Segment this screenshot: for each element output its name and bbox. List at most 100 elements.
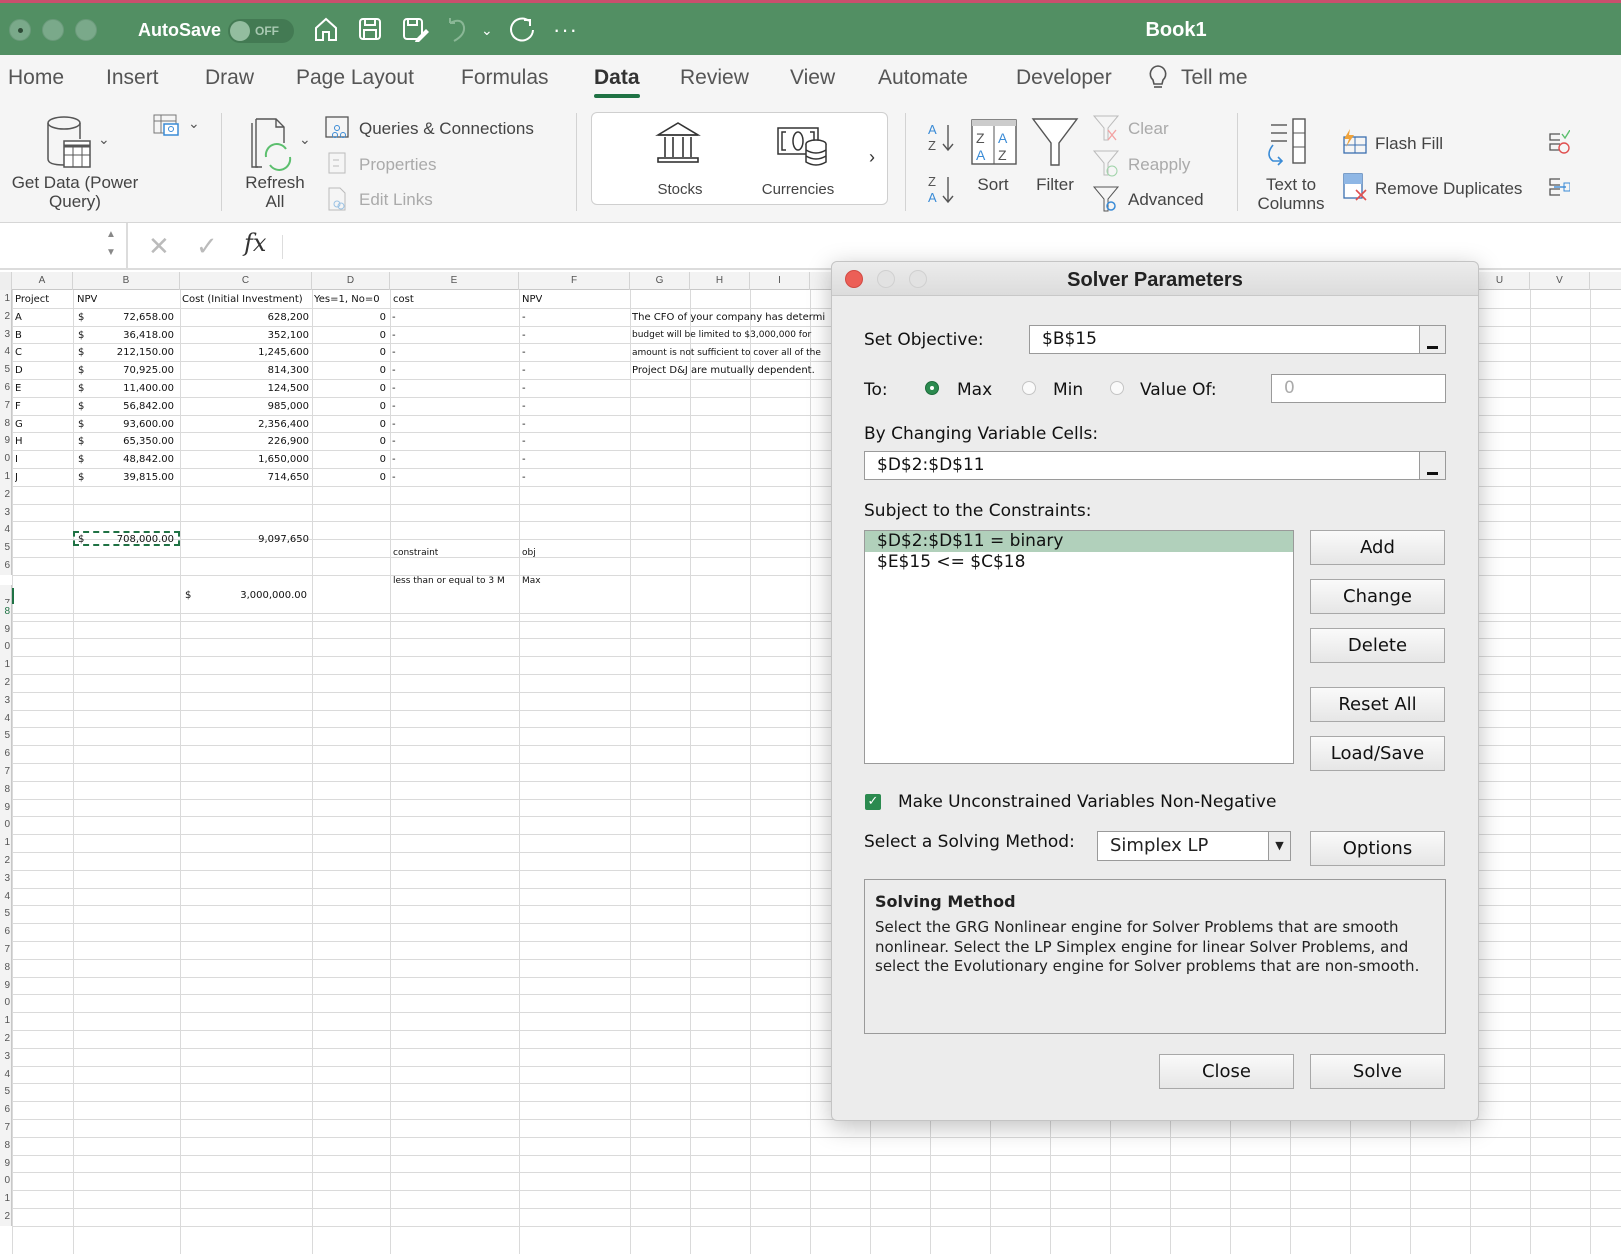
undo-dropdown-icon[interactable]: ⌄ [481,15,493,45]
cell-npv-currency[interactable]: $ [78,398,84,415]
home-icon[interactable] [312,15,340,51]
cell-cost[interactable]: 2,356,400 [182,416,309,433]
row-header[interactable]: 8 [0,602,12,621]
cell-cost-calc[interactable]: - [392,451,396,468]
tab-review[interactable]: Review [680,66,749,90]
row-header[interactable]: 7 [0,1119,12,1137]
chevron-down-icon[interactable]: ⌄ [299,131,311,148]
row-header[interactable]: 3 [0,691,12,710]
reset-all-button[interactable]: Reset All [1310,687,1445,722]
row-header[interactable]: 4 [0,521,12,540]
column-header-v[interactable]: V [1530,272,1590,290]
row-header[interactable]: 9 [0,798,12,817]
row-header[interactable]: 1 [0,290,12,308]
name-box-up-arrow-icon[interactable]: ▲ [106,229,116,240]
currencies-icon[interactable] [776,124,830,173]
row-header[interactable]: 9 [0,620,12,639]
row-header[interactable]: 0 [0,1172,12,1191]
cell-npv-calc[interactable]: - [522,344,526,361]
sort-button[interactable]: Sort [960,175,1026,194]
cell-project[interactable]: B [15,327,22,344]
cell-e16[interactable]: constraint [393,545,438,562]
cell-f17[interactable]: Max [522,573,541,590]
cell-npv-currency[interactable]: $ [78,416,84,433]
row-header[interactable]: 8 [0,780,12,799]
row-header[interactable]: 0 [0,450,12,468]
cell-npv-currency[interactable]: $ [78,344,84,361]
cell-c18-currency[interactable]: $ [185,587,191,604]
min-radio[interactable] [1022,381,1036,395]
cell-npv-currency[interactable]: $ [78,380,84,397]
remove-duplicates-button[interactable]: Remove Duplicates [1375,179,1522,198]
name-box[interactable]: ▲ ▼ [0,223,128,270]
cell-project[interactable]: F [15,398,21,415]
row-header[interactable]: 7 [0,396,12,415]
database-icon[interactable] [44,115,100,178]
chevron-right-icon[interactable]: › [869,147,875,168]
cell-npv-currency[interactable]: $ [78,433,84,450]
dropdown-arrow-icon[interactable]: ▼ [1268,832,1290,860]
column-header-f[interactable]: F [519,272,630,290]
cell-npv-calc[interactable]: - [522,433,526,450]
cell-npv-calc[interactable]: - [522,451,526,468]
cell-cost[interactable]: 1,245,600 [182,344,309,361]
cell-b15[interactable]: 708,000.00 [90,531,174,548]
tab-page-layout[interactable]: Page Layout [296,66,414,90]
chevron-down-icon[interactable]: ⌄ [188,115,200,132]
row-header[interactable]: 1 [0,468,12,486]
cell-npv[interactable]: 36,418.00 [90,327,174,344]
cell-decision[interactable]: 0 [314,309,386,326]
set-objective-input[interactable]: $B$15 [1029,325,1446,354]
column-header-d[interactable]: D [312,272,390,290]
value-of-label[interactable]: Value Of: [1140,380,1217,400]
cell-cost[interactable]: 226,900 [182,433,309,450]
row-header[interactable]: 7 [0,763,12,781]
row-header[interactable]: 5 [0,539,12,557]
row-header[interactable]: 8 [0,1136,12,1155]
window-zoom-button[interactable] [75,19,97,41]
cell-project[interactable]: J [15,469,18,486]
chevron-down-icon[interactable]: ⌄ [98,131,110,148]
cell-npv-calc[interactable]: - [522,469,526,486]
row-header[interactable]: 6 [0,923,12,941]
row-header[interactable]: 4 [0,1065,12,1084]
cell-e1[interactable]: cost [393,291,414,308]
cell-npv-calc[interactable]: - [522,416,526,433]
filter-icon[interactable] [1031,117,1079,172]
row-header[interactable]: 1 [0,1012,12,1030]
column-header-c[interactable]: C [180,272,312,290]
cell-c1[interactable]: Cost (Initial Investment) [182,291,303,308]
tab-developer[interactable]: Developer [1016,66,1112,90]
cell-decision[interactable]: 0 [314,344,386,361]
row-header[interactable]: 4 [0,343,12,362]
value-of-input[interactable]: 0 [1271,374,1446,403]
text-to-columns-icon[interactable] [1263,117,1317,172]
column-header-a[interactable]: A [12,272,73,290]
row-header[interactable]: 2 [0,485,12,504]
cell-decision[interactable]: 0 [314,416,386,433]
tab-home[interactable]: Home [8,66,64,90]
cell-f1[interactable]: NPV [522,291,542,308]
column-header-u[interactable]: U [1470,272,1530,290]
row-header[interactable]: 6 [0,1101,12,1119]
autosave-toggle[interactable]: OFF [228,19,294,43]
cell-npv-calc[interactable]: - [522,380,526,397]
save-as-icon[interactable] [400,15,430,51]
cell-npv-currency[interactable]: $ [78,469,84,486]
cell-npv-currency[interactable]: $ [78,327,84,344]
tab-formulas[interactable]: Formulas [461,66,549,90]
row-header[interactable]: 4 [0,709,12,728]
row-header[interactable]: 1 [0,834,12,852]
row-header[interactable]: 3 [0,325,12,344]
row-header[interactable]: 6 [0,557,12,575]
cell-npv-currency[interactable]: $ [78,451,84,468]
row-header[interactable]: 3 [0,1047,12,1066]
collapse-dialog-icon[interactable] [1419,452,1445,479]
row-header[interactable]: 3 [0,869,12,888]
row-header[interactable]: 1 [0,1190,12,1208]
row-header[interactable]: 5 [0,905,12,924]
cell-cost-calc[interactable]: - [392,433,396,450]
row-header[interactable]: 4 [0,887,12,906]
cell-project[interactable]: E [15,380,21,397]
advanced-button[interactable]: Advanced [1128,190,1204,209]
